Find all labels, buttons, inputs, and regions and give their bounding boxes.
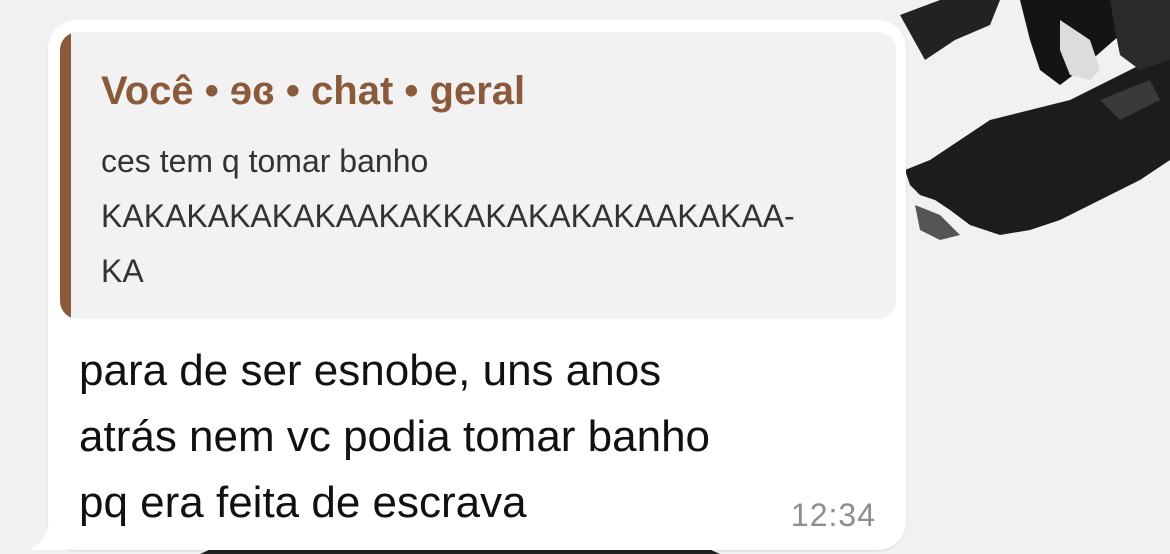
message-line: para de ser esnobe, uns anos — [79, 346, 662, 395]
quote-line: KAKAKAKAKAKAAKAKKAKAKAKAKAAKAKAA- — [101, 198, 795, 234]
quote-accent-bar — [60, 32, 71, 319]
bubble-tail — [28, 520, 68, 550]
message-text: para de ser esnobe, uns anos atrás nem v… — [79, 338, 839, 536]
quote-line: KA — [101, 253, 144, 289]
message-line: pq era feita de escrava — [79, 478, 527, 527]
quote-sender-header: Você • ɘɞ • chat • geral — [101, 69, 526, 113]
message-line: atrás nem vc podia tomar banho — [79, 412, 711, 461]
quote-line: ces tem q tomar banho — [101, 143, 429, 179]
quote-text: ces tem q tomar banho KAKAKAKAKAKAAKAKKA… — [101, 134, 881, 299]
message-bubble[interactable]: Você • ɘɞ • chat • geral ces tem q tomar… — [48, 20, 906, 550]
message-timestamp: 12:34 — [790, 497, 876, 533]
quoted-reply[interactable]: Você • ɘɞ • chat • geral ces tem q tomar… — [60, 32, 896, 319]
